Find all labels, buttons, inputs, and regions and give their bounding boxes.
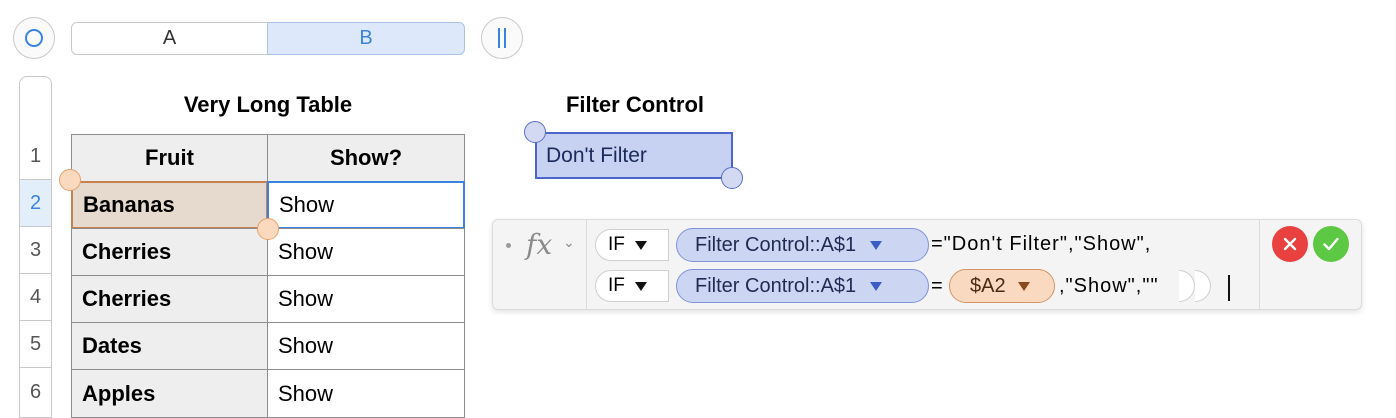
cell-reference-label: $A2	[970, 274, 1006, 297]
table-cell-show[interactable]: Show	[267, 228, 465, 276]
table-title: Very Long Table	[183, 92, 353, 117]
close-icon	[1283, 237, 1297, 251]
dropdown-arrow-icon[interactable]	[870, 281, 883, 291]
closing-paren-icon	[1195, 270, 1211, 302]
table-cell-fruit[interactable]: Dates	[71, 322, 268, 370]
chevron-down-icon[interactable]: ⌄	[563, 234, 575, 251]
function-token-label: IF	[608, 275, 625, 296]
table-cell-show[interactable]: Show	[267, 369, 465, 418]
formula-editor[interactable]: fx ⌄ IF Filter Control::A$1 ="Don't Filt…	[492, 219, 1362, 310]
table-cell-show[interactable]: Show	[267, 181, 465, 229]
column-header-b[interactable]: B	[267, 22, 465, 55]
accept-button[interactable]	[1313, 226, 1349, 262]
table-cell-fruit[interactable]: Apples	[71, 369, 268, 418]
reference-token[interactable]: Filter Control::A$1	[676, 269, 929, 303]
checkmark-icon	[1323, 237, 1339, 251]
range-handle-top-left[interactable]	[524, 121, 546, 143]
row-header-corner	[19, 76, 52, 133]
circle-icon	[25, 29, 43, 47]
formula-operator[interactable]: =	[931, 275, 944, 298]
cell-reference-token[interactable]: $A2	[949, 269, 1055, 303]
row-header-1[interactable]: 1	[19, 133, 52, 180]
formula-text[interactable]: ,"Show",""	[1059, 275, 1159, 298]
range-handle-bottom-right[interactable]	[721, 167, 743, 189]
dropdown-arrow-icon[interactable]	[870, 240, 883, 250]
formula-gutter: fx ⌄	[493, 220, 587, 309]
reference-token[interactable]: Filter Control::A$1	[676, 228, 929, 262]
range-handle-top-left[interactable]	[59, 169, 81, 191]
filter-control-cell[interactable]: Don't Filter	[535, 132, 733, 179]
table-cell-fruit[interactable]: Cherries	[71, 228, 268, 276]
filter-control-title: Filter Control	[565, 92, 705, 117]
action-divider	[1259, 220, 1260, 309]
reference-token-label: Filter Control::A$1	[695, 274, 857, 297]
dropdown-arrow-icon[interactable]	[634, 281, 647, 291]
closing-paren-icon	[1179, 270, 1195, 302]
text-cursor	[1228, 275, 1230, 301]
row-header-5[interactable]: 5	[19, 321, 52, 368]
function-token-if[interactable]: IF	[595, 270, 669, 302]
row-header-6[interactable]: 6	[19, 368, 52, 418]
table-cell-show[interactable]: Show	[267, 322, 465, 370]
table-cell-show[interactable]: Show	[267, 275, 465, 323]
row-header-4[interactable]: 4	[19, 274, 52, 321]
select-all-button[interactable]	[13, 17, 55, 59]
row-header-2[interactable]: 2	[19, 180, 52, 227]
table-cell-fruit[interactable]: Bananas	[71, 181, 268, 229]
fx-label[interactable]: fx	[526, 228, 552, 261]
range-handle-bottom-right[interactable]	[257, 218, 279, 240]
formula-text[interactable]: ="Don't Filter","Show",	[931, 233, 1151, 256]
cancel-button[interactable]	[1272, 226, 1308, 262]
reference-token-label: Filter Control::A$1	[695, 233, 857, 256]
header-cell-fruit[interactable]: Fruit	[71, 134, 268, 182]
function-token-label: IF	[608, 234, 625, 255]
table-cell-fruit[interactable]: Cherries	[71, 275, 268, 323]
row-header-3[interactable]: 3	[19, 227, 52, 274]
function-token-if[interactable]: IF	[595, 229, 669, 261]
pause-bars-icon	[498, 28, 506, 48]
header-cell-show[interactable]: Show?	[267, 134, 465, 182]
dropdown-arrow-icon[interactable]	[1017, 281, 1030, 291]
column-header-a[interactable]: A	[71, 22, 268, 55]
dropdown-arrow-icon[interactable]	[634, 240, 647, 250]
freeze-columns-button[interactable]	[481, 17, 523, 59]
drag-handle-icon[interactable]	[506, 243, 511, 248]
